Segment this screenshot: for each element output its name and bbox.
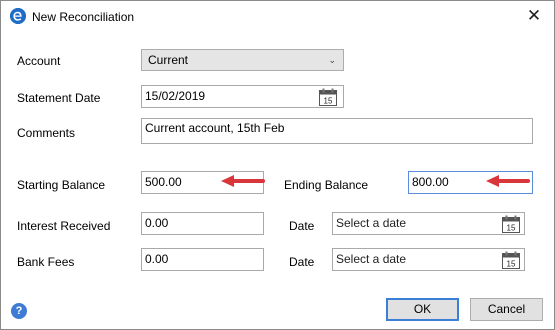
statement-date-label: Statement Date	[17, 91, 101, 105]
new-reconciliation-dialog: New Reconciliation ✕ Account Current ⌄ S…	[0, 0, 555, 330]
bank-fees-date-label: Date	[289, 255, 315, 269]
red-arrow-annotation	[221, 175, 265, 187]
help-icon[interactable]: ?	[11, 303, 27, 319]
red-arrow-annotation	[486, 175, 530, 187]
interest-date-label: Date	[289, 219, 315, 233]
cancel-button[interactable]: Cancel	[470, 298, 543, 321]
ok-button[interactable]: OK	[386, 298, 459, 321]
calendar-icon[interactable]: 15	[319, 88, 337, 106]
bank-fees-date-input[interactable]: Select a date	[332, 248, 525, 271]
ending-balance-value: 800.00	[412, 175, 449, 189]
interest-received-label: Interest Received	[17, 219, 111, 233]
interest-date-placeholder: Select a date	[336, 216, 407, 230]
statement-date-input[interactable]: 15/02/2019	[141, 85, 344, 108]
comments-input[interactable]: Current account, 15th Feb	[141, 118, 533, 144]
chevron-down-icon: ⌄	[328, 55, 336, 65]
account-select[interactable]: Current ⌄	[141, 49, 344, 71]
calendar-icon[interactable]: 15	[502, 251, 520, 269]
account-label: Account	[17, 54, 61, 68]
statement-date-value: 15/02/2019	[145, 89, 206, 103]
bank-fees-value: 0.00	[145, 252, 169, 266]
comments-value: Current account, 15th Feb	[145, 121, 285, 135]
ending-balance-label: Ending Balance	[284, 178, 369, 192]
app-logo-icon	[10, 8, 26, 24]
window-title: New Reconciliation	[32, 10, 135, 24]
interest-received-value: 0.00	[145, 216, 169, 230]
calendar-day-number: 15	[507, 260, 516, 269]
bank-fees-date-placeholder: Select a date	[336, 252, 407, 266]
calendar-day-number: 15	[507, 224, 516, 233]
bank-fees-label: Bank Fees	[17, 255, 75, 269]
bank-fees-input[interactable]: 0.00	[141, 248, 264, 271]
calendar-day-number: 15	[324, 97, 333, 106]
close-icon[interactable]: ✕	[520, 5, 548, 27]
account-select-value: Current	[148, 53, 189, 67]
calendar-icon[interactable]: 15	[502, 215, 520, 233]
title-bar: New Reconciliation ✕	[1, 1, 554, 32]
comments-label: Comments	[17, 126, 76, 140]
interest-date-input[interactable]: Select a date	[332, 212, 525, 235]
interest-received-input[interactable]: 0.00	[141, 212, 264, 235]
starting-balance-label: Starting Balance	[17, 178, 106, 192]
starting-balance-value: 500.00	[145, 175, 182, 189]
